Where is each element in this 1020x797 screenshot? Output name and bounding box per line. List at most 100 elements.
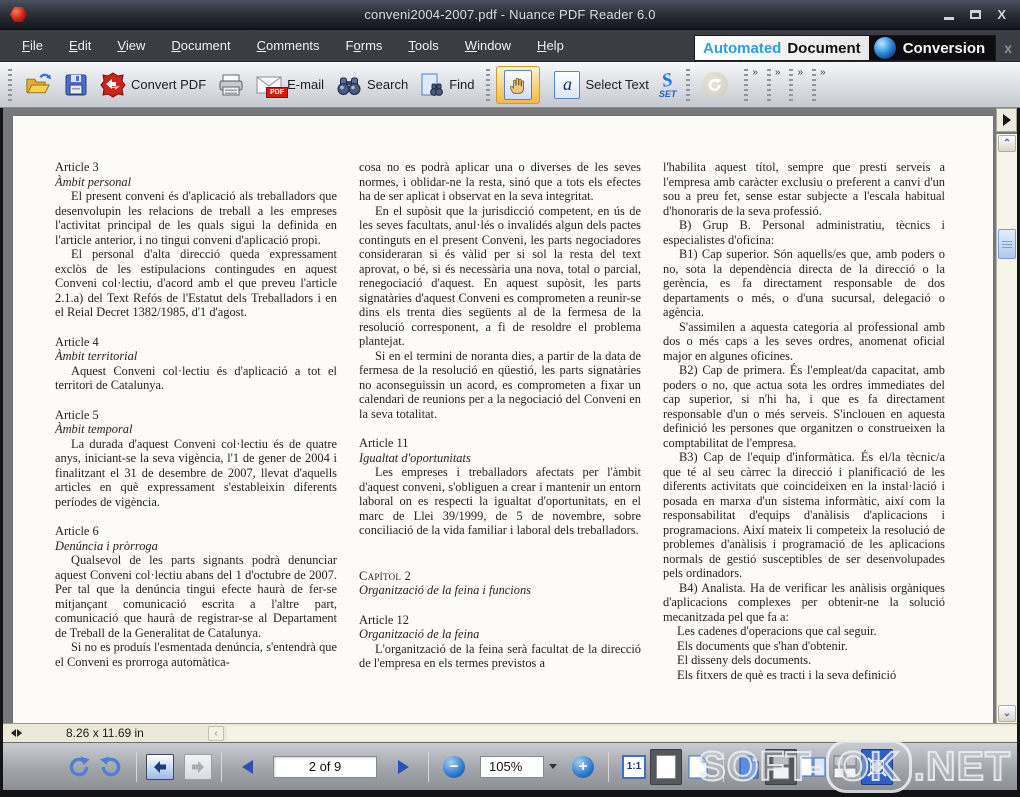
overflow-chevron-icon: » [797,66,803,78]
save-button[interactable] [58,70,94,100]
email-label: E-mail [287,77,324,92]
page-indicator[interactable]: 2 of 9 [273,755,377,778]
rotate-counterclockwise-icon [100,756,121,776]
fit-page-button[interactable] [650,748,682,785]
article-heading: Article 3 [55,160,99,174]
rotate-counterclockwise-button[interactable] [95,749,127,785]
menu-item-forms[interactable]: Forms [346,38,383,53]
zoom-level-select[interactable]: 105% [480,755,544,778]
brand-conversion: Conversion [902,39,986,57]
toolbar-grip[interactable] [686,68,691,101]
binoculars-icon [337,77,361,95]
document-viewport: Article 3 Àmbit personal El present conven… [3,108,1017,723]
document-paragraph: Àmbit temporal [55,422,133,436]
continuous-facing-icon [833,755,857,778]
continuous-view-icon [772,754,790,779]
menu-items: File Edit View Document Comments Forms Tools Wi… [22,38,590,53]
menu-item-edit[interactable]: Edit [69,38,91,53]
continuous-view-button[interactable] [765,748,797,785]
document-paragraph: Si no es produís l'esmentada denúncia, s… [55,640,337,669]
search-button[interactable]: Search [330,71,414,99]
collapsed-toolbar-stub[interactable]: » [766,65,780,105]
facing-pages-button[interactable] [797,749,829,785]
email-button[interactable]: PDF E-mail [250,72,330,98]
document-paragraph: Les cadenes d'operacions que cal seguir. [677,624,877,638]
previous-page-icon [241,759,253,774]
rotate-clockwise-button[interactable] [63,749,95,785]
set-tool-button[interactable]: S SET [659,68,677,99]
menu-item-document[interactable]: Document [171,38,230,53]
scrollbar-thumb[interactable] [998,229,1016,259]
menu-item-tools[interactable]: Tools [408,38,438,53]
collapsed-toolbar-stub[interactable]: » [789,65,803,105]
hand-tool-button[interactable] [496,65,541,104]
set-icon: S [660,68,675,92]
convert-pdf-button[interactable]: Convert PDF [94,69,212,101]
scroll-down-button[interactable]: ⌄ [998,705,1016,722]
next-page-button[interactable] [387,749,419,785]
branding-banner: Automated Document Conversion x [694,35,1016,61]
fit-width-button[interactable] [682,749,714,785]
single-page-button[interactable] [733,749,765,785]
facing-pages-icon [800,757,826,776]
previous-page-button[interactable] [231,749,263,785]
find-label: Find [449,77,475,92]
banner-close-icon[interactable]: x [1004,40,1012,56]
panel-expand-button[interactable] [996,108,1017,132]
menu-item-file[interactable]: File [22,38,43,53]
document-paragraph: En el supòsit que la jurisdicció compete… [359,203,641,349]
document-paragraph: B3) Cap de l'equip d'informàtica. És el/… [663,450,945,580]
document-paragraph: Àmbit personal [55,174,132,189]
toolbar-grip[interactable] [8,68,12,101]
window-frame-bottom [0,790,1020,797]
document-paragraph: B2) Cap de primera. És l'empleat/da capa… [663,363,945,450]
pdf-badge: PDF [266,86,289,98]
zoom-out-button[interactable]: − [438,749,470,785]
fit-width-icon [688,754,708,778]
go-forward-button[interactable] [184,753,212,780]
zoom-dropdown-caret-icon[interactable] [549,764,557,769]
open-button[interactable] [18,69,58,100]
document-paragraph: B4) Analista. Ha de verificar les anàlis… [663,580,945,624]
rotate-clockwise-icon [69,756,90,776]
app-window: conveni2004-2007.pdf - Nuance PDF Reader… [0,0,1020,797]
horizontal-scrollbar[interactable] [227,726,1017,740]
document-paragraph: Si en el termini de noranta dies, a part… [359,348,641,421]
document-paragraph: B) Grup B. Personal administratiu, tècni… [663,218,945,247]
menu-item-view[interactable]: View [117,38,145,53]
document-paragraph: B1) Cap superior. Són aquells/es que, am… [663,247,945,319]
find-button[interactable]: Find [414,70,480,100]
actual-size-button[interactable]: 1:1 [618,749,650,785]
document-paragraph: Les empreses i treballadors afectats per… [359,465,641,537]
brand-sphere-icon [873,37,896,59]
document-paragraph: Igualtat d'oportunitats [359,450,471,465]
full-screen-button[interactable] [861,748,893,785]
collapsed-toolbar-stub[interactable]: » [812,65,826,105]
menu-item-comments[interactable]: Comments [257,38,320,53]
menu-item-window[interactable]: Window [465,38,511,53]
select-text-button[interactable]: a Select Text [548,68,654,102]
article-heading: Article 4 [55,334,99,349]
document-paragraph: Els documents que s'han d'obtenir. [677,638,848,653]
zoom-out-icon: − [443,755,465,778]
document-paragraph: Àmbit territorial [55,349,138,363]
menu-item-help[interactable]: Help [537,38,564,53]
status-bar: 8.26 x 11.69 in ‹ [3,723,1017,742]
scroll-up-button[interactable]: ⌃ [998,135,1016,152]
pdf-page[interactable]: Article 3 Àmbit personal El present conven… [13,116,993,723]
splitter-handle-icon[interactable] [11,729,22,737]
scroll-left-button[interactable]: ‹ [208,726,224,741]
continuous-facing-button[interactable] [829,749,861,785]
select-text-label: Select Text [585,77,649,92]
back-arrow-icon [154,760,166,773]
vertical-scrollbar[interactable]: ⌃ ⌄ [996,134,1017,723]
go-back-button[interactable] [146,753,174,780]
undo-button[interactable] [696,69,734,101]
zoom-in-button[interactable]: + [567,749,599,785]
find-icon [421,73,444,96]
toolbar-grip[interactable] [486,68,491,101]
collapsed-toolbar-stub[interactable]: » [744,65,758,105]
text-column-1: Article 3 Àmbit personal El present conven… [55,160,337,723]
print-button[interactable] [212,70,250,100]
page-size-label: 8.26 x 11.69 in [66,726,144,740]
